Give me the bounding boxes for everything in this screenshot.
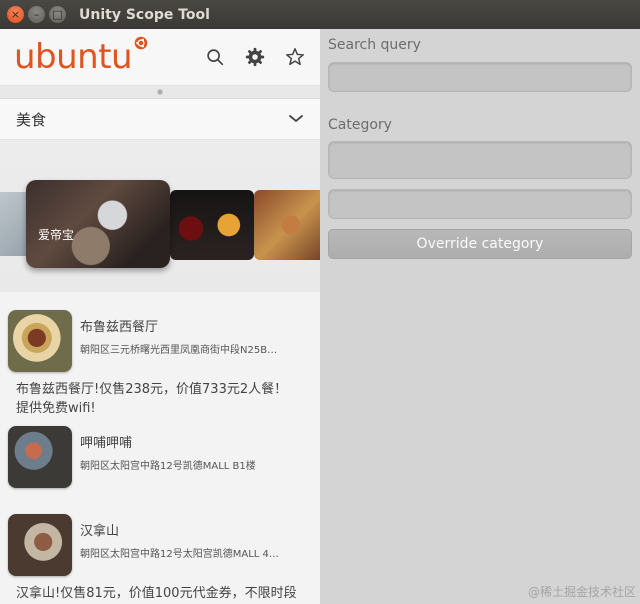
circle-of-friends-icon (134, 36, 148, 50)
window-title: Unity Scope Tool (79, 6, 210, 23)
carousel-caption: 爱帝宝 (38, 228, 75, 242)
close-window-button[interactable]: × (7, 6, 24, 23)
result-thumbnail (8, 514, 72, 576)
watermark: @稀土掘金技术社区 (527, 585, 636, 599)
department-label: 美食 (16, 110, 47, 129)
maximize-icon: □ (52, 8, 63, 21)
result-title: 汉拿山 (80, 524, 120, 539)
chevron-down-icon (289, 115, 303, 123)
maximize-window-button[interactable]: □ (49, 6, 66, 23)
result-thumbnail (8, 426, 72, 488)
carousel-image[interactable] (170, 190, 254, 260)
list-item[interactable]: 布鲁兹西餐厅 朝阳区三元桥曙光西里凤凰商街中段N25B… (0, 310, 320, 374)
result-title: 呷哺呷哺 (80, 436, 133, 451)
category-input[interactable] (328, 141, 632, 179)
category-label: Category (328, 117, 392, 133)
favorite-icon[interactable] (284, 46, 306, 68)
result-description: 布鲁兹西餐厅!仅售238元，价值733元2人餐！提供免费wifi! (16, 382, 288, 416)
result-description: 汉拿山!仅售81元，价值100元代金券，不限时段通 (16, 586, 297, 601)
ubuntu-logo: ubuntu (14, 36, 148, 77)
category-secondary-input[interactable] (328, 189, 632, 219)
featured-carousel[interactable]: 爱帝宝 (0, 140, 320, 292)
minimize-icon: – (33, 8, 40, 21)
header-divider[interactable] (0, 85, 320, 99)
override-category-button[interactable]: Override category (328, 229, 632, 259)
minimize-window-button[interactable]: – (28, 6, 45, 23)
list-item[interactable]: 呷哺呷哺 朝阳区太阳宫中路12号凯德MALL B1楼 (0, 426, 320, 490)
control-panel: Search query Category Override category (320, 29, 640, 604)
settings-icon[interactable] (244, 46, 266, 68)
department-selector[interactable]: 美食 (0, 99, 320, 140)
search-query-label: Search query (328, 37, 421, 53)
scope-header: ubuntu (0, 29, 320, 85)
carousel-image-selected[interactable]: 爱帝宝 (26, 180, 170, 268)
carousel-image[interactable] (254, 190, 320, 260)
result-title: 布鲁兹西餐厅 (80, 320, 159, 335)
logo-text: ubuntu (14, 37, 133, 77)
result-subtitle: 朝阳区三元桥曙光西里凤凰商街中段N25B… (80, 345, 278, 356)
search-icon[interactable] (204, 46, 226, 68)
result-subtitle: 朝阳区太阳宫中路12号太阳宫凯德MALL 4… (80, 549, 279, 560)
drag-handle-icon (157, 89, 163, 95)
scope-panel: ubuntu 美食 爱帝宝 布鲁兹西餐厅 朝阳区三元桥曙光西里凤凰商街中段N25… (0, 29, 320, 604)
close-icon: × (10, 8, 21, 21)
result-subtitle: 朝阳区太阳宫中路12号凯德MALL B1楼 (80, 461, 256, 472)
search-query-input[interactable] (328, 62, 632, 92)
result-thumbnail (8, 310, 72, 372)
window-titlebar: × – □ Unity Scope Tool (0, 0, 640, 29)
result-list: 布鲁兹西餐厅 朝阳区三元桥曙光西里凤凰商街中段N25B… 布鲁兹西餐厅!仅售23… (0, 292, 320, 604)
list-item[interactable]: 汉拿山 朝阳区太阳宫中路12号太阳宫凯德MALL 4… (0, 514, 320, 578)
